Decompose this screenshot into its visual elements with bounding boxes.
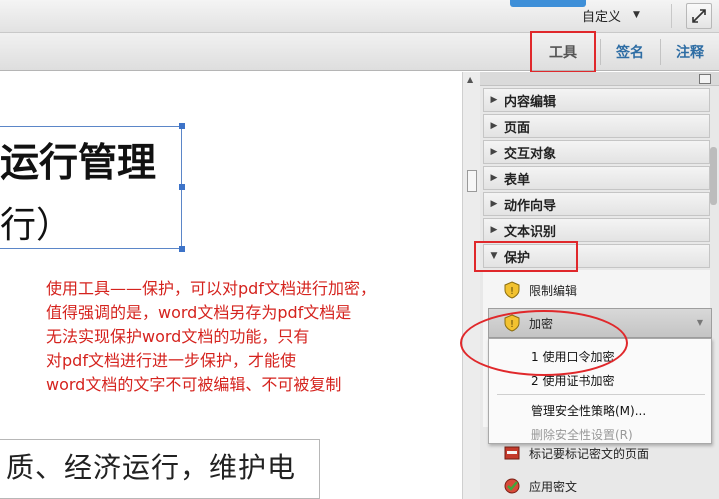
shield-icon: ! [504, 281, 520, 299]
apply-redaction-icon [504, 478, 520, 494]
chevron-right-icon: ▶ [490, 173, 498, 183]
section-label: 交互对象 [504, 146, 557, 162]
annotation-line: word文档的文字不可被编辑、不可被复制 [46, 375, 342, 394]
scrollbar-thumb[interactable] [467, 170, 477, 192]
chevron-down-icon: ▼ [633, 10, 640, 20]
restrict-edit-label: 限制编辑 [529, 283, 578, 298]
resize-handle[interactable] [179, 123, 185, 129]
resize-handle[interactable] [179, 184, 185, 190]
section-forms[interactable]: ▶ 表单 [483, 166, 710, 190]
menu-item-manage-policy[interactable]: 管理安全性策略(M)... [531, 402, 646, 419]
apply-redaction-item[interactable]: 应用密文 [503, 477, 577, 495]
section-label: 文本识别 [504, 224, 557, 240]
window-tab-indicator[interactable] [510, 0, 586, 7]
menu-item-remove-security: 删除安全性设置(R) [531, 428, 633, 442]
pane-scrollbar-thumb[interactable] [710, 147, 717, 205]
tools-highlight-box [530, 31, 596, 73]
section-label: 内容编辑 [504, 94, 557, 110]
annotation-line: 对pdf文档进行进一步保护，才能使 [46, 351, 296, 370]
resize-handle[interactable] [179, 246, 185, 252]
divider [600, 39, 601, 65]
section-label: 页面 [504, 120, 531, 136]
chevron-right-icon: ▶ [490, 121, 498, 131]
chevron-right-icon: ▶ [490, 147, 498, 157]
chevron-right-icon: ▶ [490, 95, 498, 105]
expand-icon [692, 9, 706, 23]
restrict-edit-item[interactable]: ! 限制编辑 [503, 281, 577, 299]
chevron-right-icon: ▶ [490, 199, 498, 209]
protection-highlight-box [474, 241, 578, 272]
encrypt-highlight-ellipse [460, 310, 628, 376]
task-toolbar: 工具 签名 注释 [0, 33, 719, 71]
annotation-text: 使用工具——保护，可以对pdf文档进行加密， 值得强调的是，word文档另存为p… [46, 277, 456, 397]
annotation-line: 使用工具——保护，可以对pdf文档进行加密， [46, 279, 376, 298]
divider [660, 39, 661, 65]
document-body-line: 质、经济运行，维护电 [6, 451, 297, 484]
customize-label: 自定义 [582, 9, 622, 25]
chevron-down-icon: ▼ [696, 318, 703, 327]
section-action-wizard[interactable]: ▶ 动作向导 [483, 192, 710, 216]
menu-divider [497, 394, 705, 395]
annotation-line: 值得强调的是，word文档另存为pdf文档是 [46, 303, 352, 322]
scroll-up-icon[interactable]: ▲ [467, 75, 473, 84]
annotation-line: 无法实现保护word文档的功能，只有 [46, 327, 310, 346]
divider [671, 4, 672, 28]
pane-menu-icon[interactable] [699, 74, 711, 84]
section-label: 动作向导 [504, 198, 557, 214]
top-bar: 自定义 ▼ [0, 0, 719, 33]
mark-redaction-item[interactable]: 标记要标记密文的页面 [503, 444, 649, 462]
section-label: 表单 [504, 172, 531, 188]
pane-header [480, 72, 719, 86]
section-text-recognition[interactable]: ▶ 文本识别 [483, 218, 710, 242]
chevron-right-icon: ▶ [490, 225, 498, 235]
document-scrollbar[interactable]: ▲ [462, 72, 480, 499]
mark-redaction-label: 标记要标记密文的页面 [529, 446, 650, 461]
comment-button[interactable]: 注释 [664, 33, 716, 71]
fullscreen-button[interactable] [686, 3, 712, 29]
section-interactive-objects[interactable]: ▶ 交互对象 [483, 140, 710, 164]
document-title-line2: 行） [0, 205, 73, 246]
svg-text:!: ! [510, 286, 514, 297]
section-pages[interactable]: ▶ 页面 [483, 114, 710, 138]
customize-dropdown[interactable]: 自定义 ▼ [582, 6, 640, 25]
section-content-edit[interactable]: ▶ 内容编辑 [483, 88, 710, 112]
sign-button[interactable]: 签名 [604, 33, 656, 71]
apply-redaction-label: 应用密文 [529, 479, 578, 494]
document-title-line1: 运行管理 [0, 141, 157, 186]
redaction-mark-icon [504, 446, 520, 460]
